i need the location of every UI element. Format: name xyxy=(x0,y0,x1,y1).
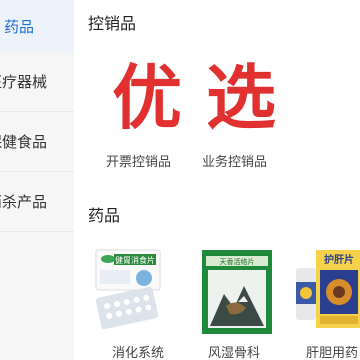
category-liver[interactable]: 肝胆用药 xyxy=(306,342,358,360)
product-image-rheumatism[interactable]: 天香活络片 xyxy=(200,246,276,334)
pack-label: 健胃消食片 xyxy=(115,255,155,265)
sidebar-item-drugs[interactable]: 药品 xyxy=(0,0,74,52)
promo-char-1[interactable]: 优 xyxy=(112,58,182,138)
sidebar-item-medical-devices[interactable]: 医疗器械 xyxy=(0,52,74,112)
sidebar-item-label: 医疗器械 xyxy=(0,73,48,91)
section-title-controlled: 控销品 xyxy=(88,14,137,33)
section-title-drugs: 药品 xyxy=(88,206,121,225)
category-sidebar: 药品 医疗器械 保健食品 消杀产品 xyxy=(0,0,74,360)
sidebar-item-disinfection[interactable]: 消杀产品 xyxy=(0,172,74,232)
category-invoice-controlled[interactable]: 开票控销品 xyxy=(106,151,171,170)
product-image-liver[interactable]: 护肝片 xyxy=(292,246,360,334)
category-digestive[interactable]: 消化系统 xyxy=(112,342,164,360)
sidebar-item-health-food[interactable]: 保健食品 xyxy=(0,112,74,172)
pack-label: 天香活络片 xyxy=(220,257,255,266)
sidebar-item-label: 消杀产品 xyxy=(0,193,48,211)
pack-label: 护肝片 xyxy=(324,253,354,266)
category-content: 控销品 优 选 开票控销品 业务控销品 药品 健胃消食片 消化系统 天香活络片 xyxy=(74,0,360,360)
category-business-controlled[interactable]: 业务控销品 xyxy=(202,151,267,170)
promo-char-2[interactable]: 选 xyxy=(206,58,276,138)
product-image-digestive[interactable]: 健胃消食片 xyxy=(90,246,166,334)
sidebar-item-label: 保健食品 xyxy=(0,133,48,151)
category-rheumatism[interactable]: 风湿骨科 xyxy=(208,342,260,360)
sidebar-item-label: 药品 xyxy=(4,17,35,36)
